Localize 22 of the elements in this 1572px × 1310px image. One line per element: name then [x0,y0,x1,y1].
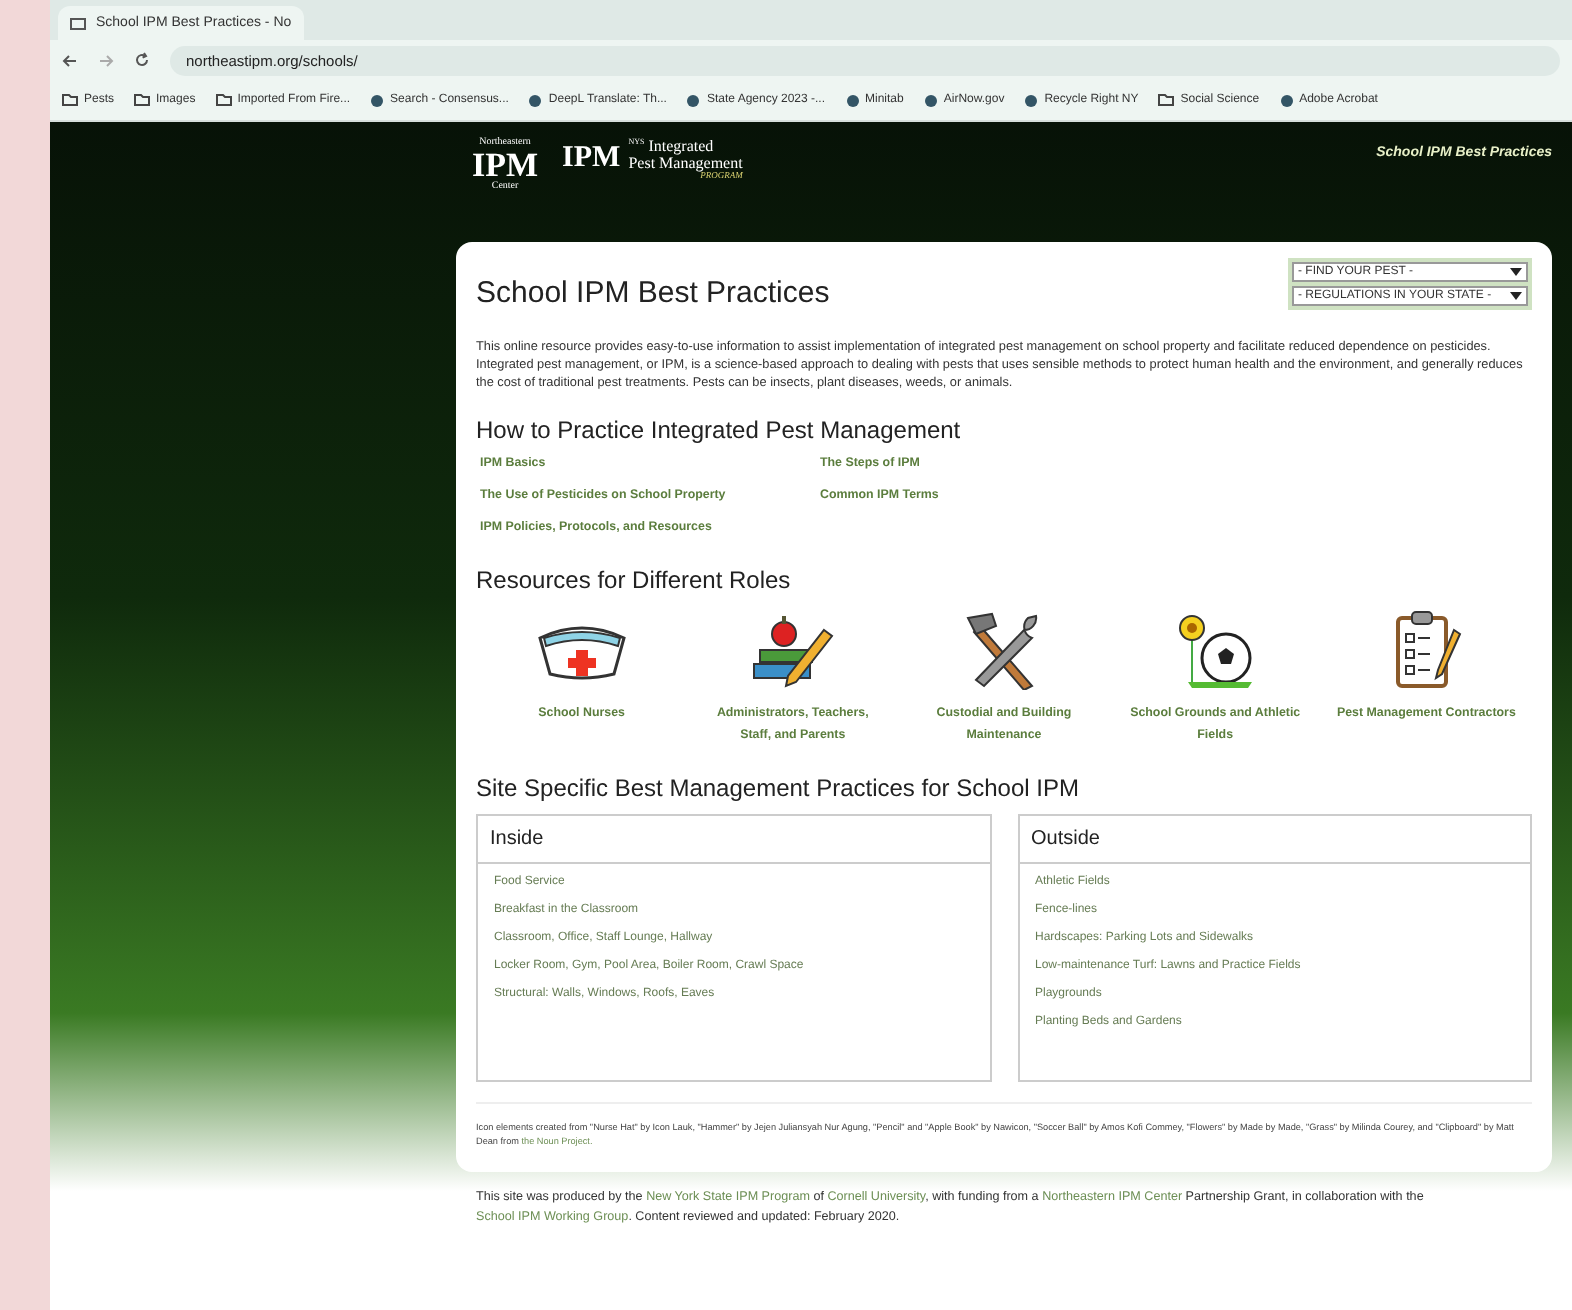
folder-icon [1158,94,1175,106]
caret-icon [1510,268,1522,276]
globe-icon [528,93,543,107]
folder-icon [134,94,151,106]
section-heading: Resources for Different Roles [476,566,793,594]
reload-icon[interactable] [134,52,150,68]
section-heading: Site Specific Best Management Practices for School IPM [476,774,1081,802]
globe-icon [923,93,938,107]
section-heading: How to Practice Integrated Pest Management [476,416,963,444]
folder-icon [62,94,78,106]
globe-icon [1024,93,1039,107]
folder-icon [215,94,232,106]
page-title: School IPM Best Practices [476,275,830,309]
globe-icon [686,93,701,107]
panel-title: Outside [1019,816,1530,864]
globe-icon [1279,93,1294,107]
caret-icon [1510,292,1522,300]
back-icon[interactable] [62,53,78,67]
page-icon [70,17,86,29]
panel-title: Inside [478,816,989,864]
globe-icon [370,93,385,107]
globe-icon [845,93,860,107]
